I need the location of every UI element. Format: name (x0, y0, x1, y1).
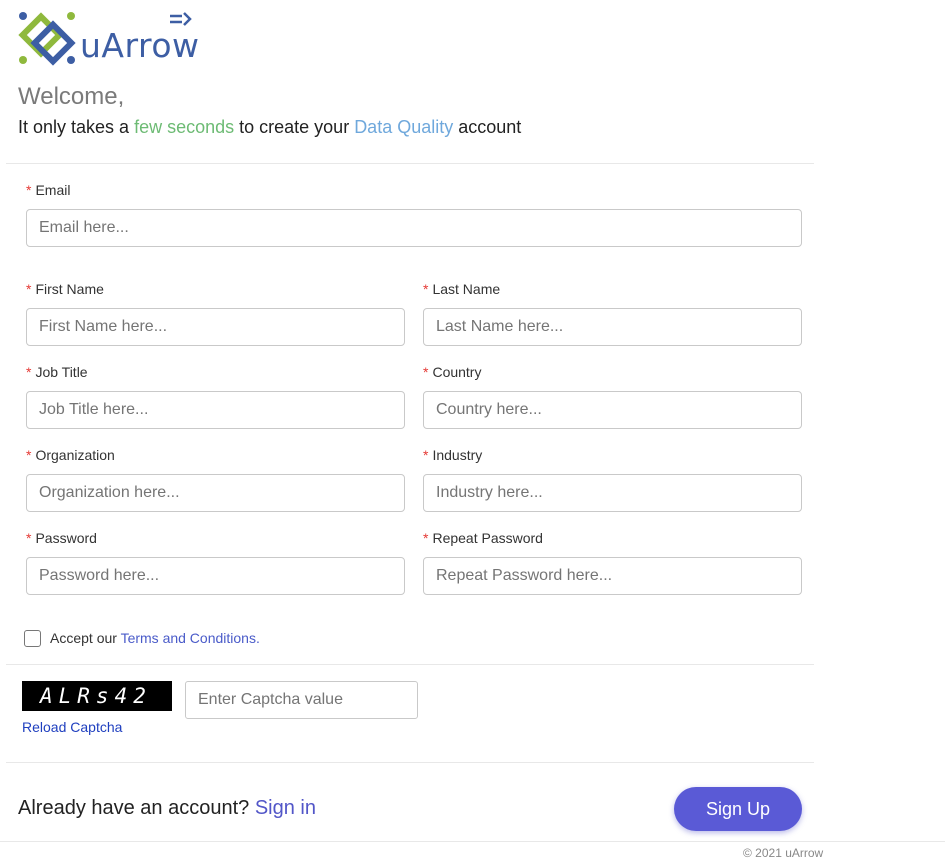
captcha-divider (6, 762, 814, 763)
required-marker: * (26, 447, 32, 463)
industry-label: * Industry (423, 447, 483, 463)
required-marker: * (423, 447, 429, 463)
header-divider (6, 163, 814, 164)
terms-link[interactable]: Terms and Conditions. (121, 630, 260, 646)
required-marker: * (423, 530, 429, 546)
uarrow-logo: uArrow (18, 10, 200, 70)
required-marker: * (26, 530, 32, 546)
required-marker: * (423, 281, 429, 297)
last-name-field[interactable] (423, 308, 802, 346)
sign-in-prompt: Already have an account? Sign in (18, 797, 316, 819)
password-label: * Password (26, 530, 97, 546)
tagline-mid: to create your (234, 117, 355, 137)
first-name-label: * First Name (26, 281, 104, 297)
terms-checkbox[interactable] (24, 630, 41, 647)
country-label: * Country (423, 364, 482, 380)
first-name-field[interactable] (26, 308, 405, 346)
sign-in-link[interactable]: Sign in (255, 797, 316, 819)
tagline-pre: It only takes a (18, 117, 135, 137)
job-title-field[interactable] (26, 391, 405, 429)
welcome-heading: Welcome, (18, 83, 125, 110)
captcha-image: ALRs42 (22, 681, 172, 711)
required-marker: * (26, 281, 32, 297)
organization-field[interactable] (26, 474, 405, 512)
last-name-label: * Last Name (423, 281, 501, 297)
country-field[interactable] (423, 391, 802, 429)
reload-captcha-link[interactable]: Reload Captcha (22, 719, 122, 735)
terms-divider (6, 664, 814, 665)
footer-divider (0, 841, 945, 842)
required-marker: * (26, 364, 32, 380)
sign-up-button[interactable]: Sign Up (674, 787, 802, 831)
uarrow-logo-mark-icon (18, 12, 76, 66)
captcha-input[interactable] (185, 681, 418, 719)
required-marker: * (423, 364, 429, 380)
tagline-post: account (453, 117, 522, 137)
repeat-password-field[interactable] (423, 557, 802, 595)
job-title-label: * Job Title (26, 364, 88, 380)
copyright-text: © 2021 uArrow (743, 846, 824, 860)
required-marker: * (26, 182, 32, 198)
organization-label: * Organization (26, 447, 115, 463)
tagline-highlight-product: Data Quality (354, 117, 454, 137)
brand-name: uArrow (80, 26, 200, 65)
tagline-highlight-time: few seconds (134, 117, 235, 137)
industry-field[interactable] (423, 474, 802, 512)
email-label: * Email (26, 182, 71, 198)
terms-text: Accept our Terms and Conditions. (50, 630, 260, 646)
password-field[interactable] (26, 557, 405, 595)
email-field[interactable] (26, 209, 802, 247)
repeat-password-label: * Repeat Password (423, 530, 543, 546)
tagline: It only takes a few seconds to create yo… (18, 117, 521, 138)
arrow-icon (170, 12, 192, 26)
